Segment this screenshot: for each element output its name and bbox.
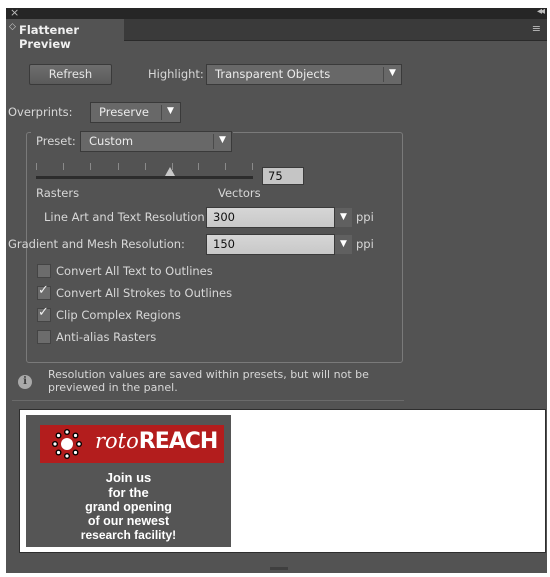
checkmark-icon: ✓ bbox=[38, 305, 49, 320]
overprints-label: Overprints: bbox=[8, 105, 73, 119]
line-art-unit: ppi bbox=[356, 210, 374, 224]
checkbox-label-convert-strokes: Convert All Strokes to Outlines bbox=[56, 286, 233, 300]
gradient-resolution-label: Gradient and Mesh Resolution: bbox=[8, 237, 185, 251]
dropdown-separator bbox=[161, 105, 162, 120]
highlight-dropdown[interactable]: Transparent Objects ▼ bbox=[206, 64, 402, 85]
slider-tick bbox=[198, 163, 199, 170]
raster-vector-slider-thumb[interactable] bbox=[165, 167, 176, 176]
highlight-value: Transparent Objects bbox=[215, 67, 331, 81]
checkbox-label-clip-complex: Clip Complex Regions bbox=[56, 308, 181, 322]
promo-line: for the bbox=[108, 485, 149, 500]
tab-expand-icon[interactable]: ◇ bbox=[9, 22, 16, 32]
promo-line: grand opening bbox=[85, 500, 172, 514]
promo-line: Join us bbox=[105, 470, 152, 485]
preset-dropdown[interactable]: Custom ▼ bbox=[80, 131, 232, 152]
checkbox-anti-alias[interactable] bbox=[37, 330, 51, 344]
info-text-line1: Resolution values are saved within prese… bbox=[48, 368, 369, 381]
logo-reach: REACH bbox=[138, 429, 219, 454]
info-text-line2: previewed in the panel. bbox=[48, 381, 178, 394]
divider bbox=[12, 400, 404, 401]
slider-tick bbox=[36, 163, 37, 170]
raster-vector-value: 75 bbox=[268, 169, 283, 183]
gradient-resolution-value: 150 bbox=[213, 237, 235, 251]
logo-text: rotoREACH bbox=[95, 429, 219, 454]
chevron-down-icon: ▼ bbox=[167, 106, 174, 116]
preview-artwork: rotoREACH Join us for the grand opening … bbox=[26, 415, 231, 547]
checkbox-convert-text[interactable] bbox=[37, 264, 51, 278]
panel-tabstrip: ◇ Flattener Preview ≡ bbox=[6, 19, 547, 51]
slider-tick bbox=[145, 163, 146, 170]
gradient-resolution-field[interactable]: 150 bbox=[206, 234, 335, 255]
gradient-unit: ppi bbox=[356, 237, 374, 251]
collapse-icon[interactable]: ◂◂ bbox=[537, 8, 545, 17]
line-art-resolution-label: Line Art and Text Resolution: bbox=[44, 210, 209, 224]
promo-line: research facility! bbox=[80, 528, 177, 542]
checkbox-convert-strokes[interactable]: ✓ bbox=[37, 283, 51, 300]
refresh-button[interactable]: Refresh bbox=[29, 64, 112, 85]
slider-tick bbox=[252, 163, 253, 170]
promo-line: of our newest bbox=[87, 514, 170, 528]
vectors-label: Vectors bbox=[218, 186, 261, 200]
slider-tick bbox=[63, 163, 64, 170]
raster-vector-value-field[interactable]: 75 bbox=[262, 167, 304, 185]
line-art-resolution-field[interactable]: 300 bbox=[206, 207, 335, 228]
resize-grip[interactable] bbox=[270, 567, 288, 570]
overprints-value: Preserve bbox=[99, 105, 149, 119]
checkbox-label-convert-text: Convert All Text to Outlines bbox=[56, 264, 213, 278]
preset-value: Custom bbox=[89, 134, 134, 148]
dropdown-separator bbox=[383, 67, 384, 82]
preset-label: Preset: bbox=[36, 134, 76, 148]
raster-vector-slider-track[interactable] bbox=[36, 176, 253, 179]
dropdown-separator bbox=[213, 134, 214, 149]
info-icon: i bbox=[18, 375, 32, 389]
tab-title: Flattener Preview bbox=[19, 23, 80, 51]
logo-roto: roto bbox=[95, 429, 139, 453]
panel-titlebar: × ◂◂ bbox=[6, 8, 547, 19]
tab-flattener-preview[interactable]: ◇ Flattener Preview bbox=[6, 19, 124, 51]
chevron-down-icon[interactable]: ▼ bbox=[335, 208, 352, 227]
checkbox-clip-complex[interactable]: ✓ bbox=[37, 305, 51, 322]
slider-tick bbox=[90, 163, 91, 170]
slider-tick bbox=[118, 163, 119, 170]
preview-area[interactable]: rotoREACH Join us for the grand opening … bbox=[19, 409, 546, 553]
logo-burst-icon bbox=[52, 429, 82, 459]
close-icon[interactable]: × bbox=[10, 8, 19, 19]
chevron-down-icon: ▼ bbox=[219, 135, 226, 145]
logo-banner: rotoREACH bbox=[40, 425, 224, 463]
chevron-down-icon[interactable]: ▼ bbox=[335, 235, 352, 254]
overprints-dropdown[interactable]: Preserve ▼ bbox=[90, 102, 181, 123]
flattener-preview-panel: × ◂◂ ◇ Flattener Preview ≡ Refresh Highl… bbox=[6, 8, 547, 573]
checkmark-icon: ✓ bbox=[38, 283, 49, 298]
rasters-label: Rasters bbox=[36, 186, 80, 200]
line-art-resolution-value: 300 bbox=[213, 210, 235, 224]
checkbox-label-anti-alias: Anti-alias Rasters bbox=[56, 330, 157, 344]
slider-tick bbox=[225, 163, 226, 170]
highlight-label: Highlight: bbox=[148, 67, 204, 81]
chevron-down-icon: ▼ bbox=[389, 68, 396, 78]
panel-menu-icon[interactable]: ≡ bbox=[532, 22, 541, 35]
